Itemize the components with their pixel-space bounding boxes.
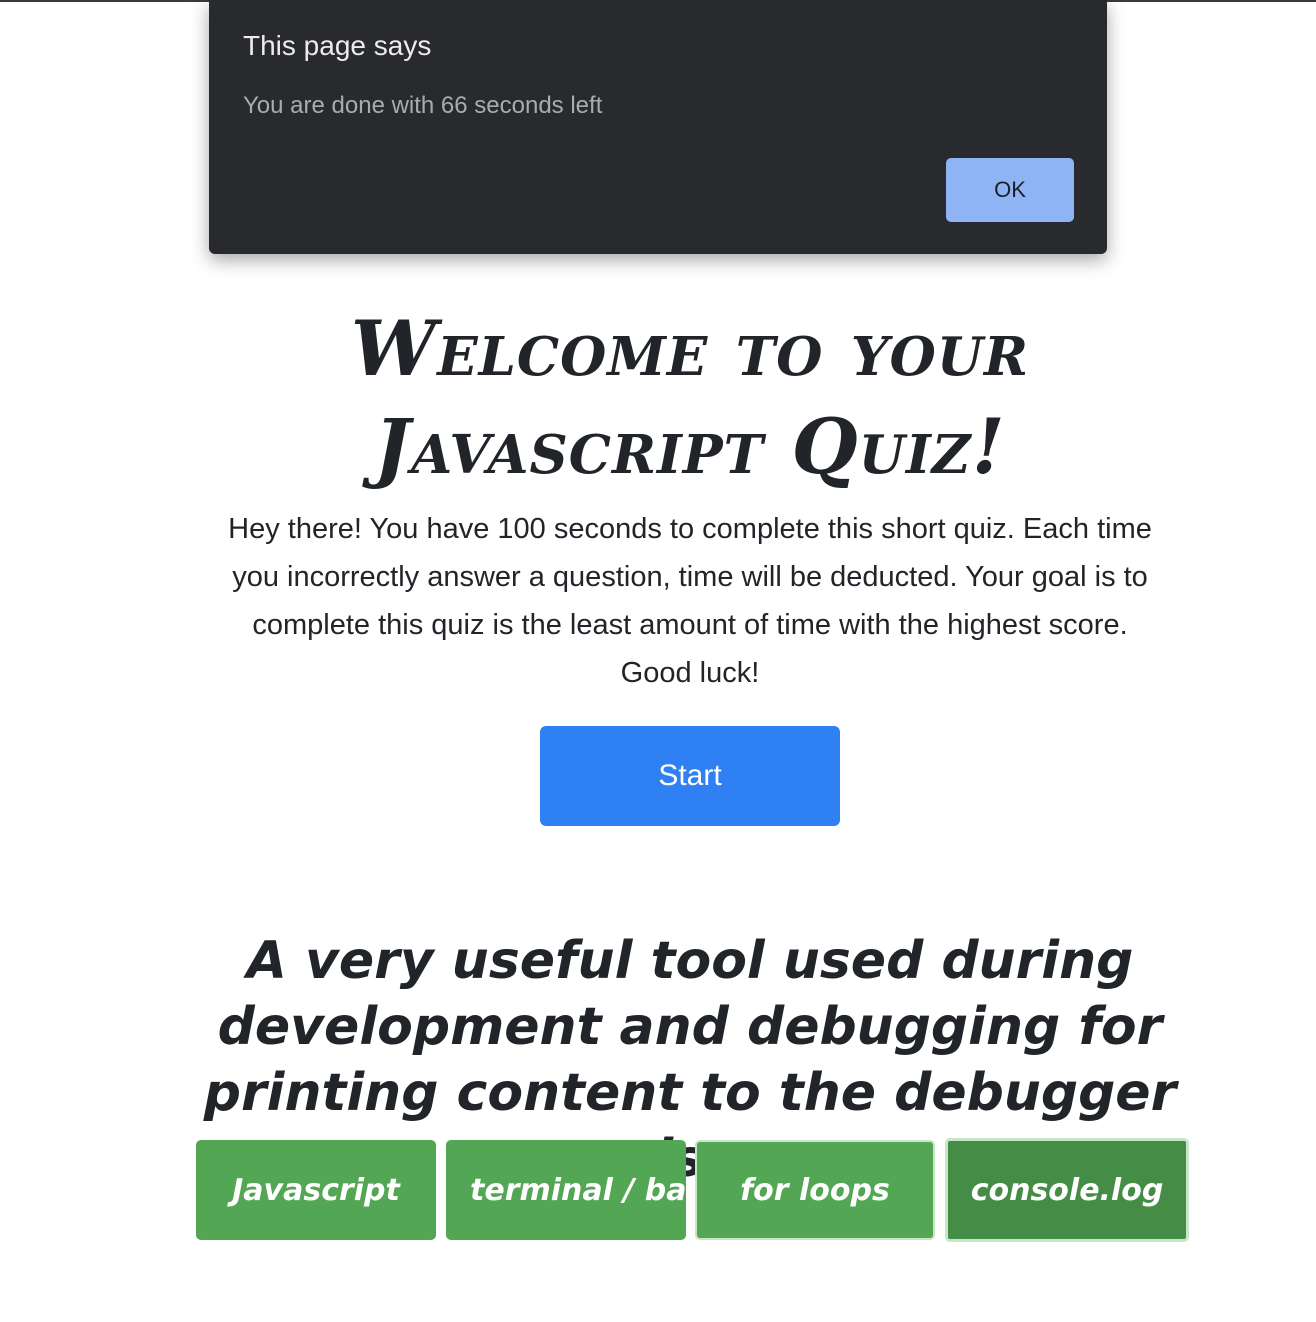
alert-dialog-message: You are done with 66 seconds left: [243, 92, 603, 119]
page-title-line-1: Welcome to your: [350, 304, 1030, 393]
answer-button-terminal-bash[interactable]: terminal / bash: [446, 1140, 686, 1240]
quiz-page: Welcome to your Javascript Quiz! Hey the…: [0, 0, 1316, 1322]
alert-dialog-title: This page says: [243, 30, 432, 61]
alert-dialog: This page says You are done with 66 seco…: [209, 0, 1107, 254]
intro-text: Hey there! You have 100 seconds to compl…: [228, 513, 1152, 689]
answer-button-console-log[interactable]: console.log: [945, 1138, 1189, 1242]
answer-options: Javascript terminal / bash for loops con…: [196, 1138, 1190, 1242]
answer-button-for-loops[interactable]: for loops: [695, 1140, 935, 1240]
answer-button-javascript[interactable]: Javascript: [196, 1140, 436, 1240]
start-button[interactable]: Start: [540, 726, 840, 826]
alert-ok-button[interactable]: OK: [946, 158, 1074, 222]
page-title-line-2: Javascript Quiz!: [374, 402, 1006, 491]
page-title: Welcome to your Javascript Quiz!: [240, 300, 1140, 496]
